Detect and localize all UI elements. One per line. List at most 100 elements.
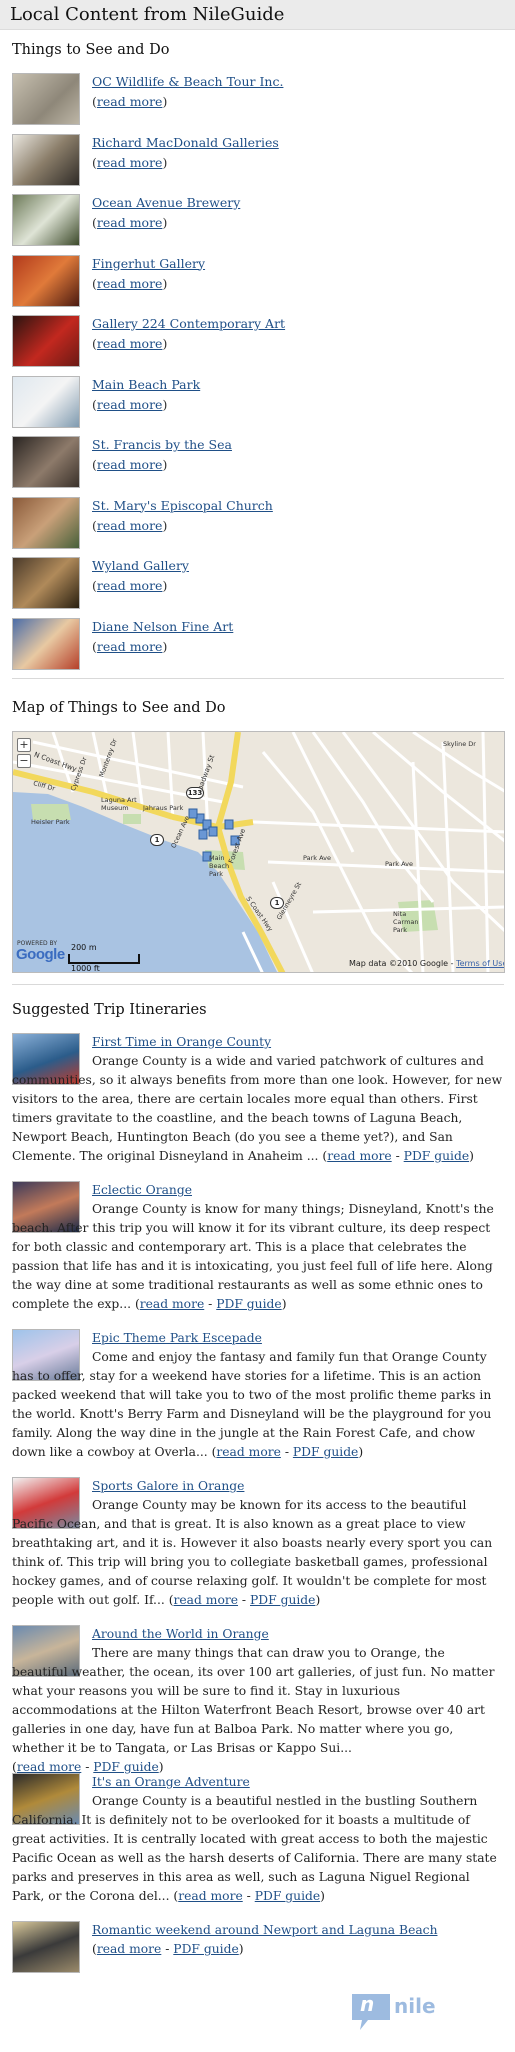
thing-thumbnail[interactable]: [12, 436, 80, 488]
itinerary-description: Come and enjoy the fantasy and family fu…: [12, 1350, 492, 1459]
read-more-link[interactable]: read more: [97, 276, 163, 291]
thing-item: OC Wildlife & Beach Tour Inc. (read more): [12, 73, 502, 125]
itinerary-title-link[interactable]: Epic Theme Park Escepade: [92, 1331, 262, 1345]
read-more-link[interactable]: read more: [17, 1760, 82, 1774]
thing-read-more: (read more): [92, 336, 168, 351]
itinerary-title-link[interactable]: Around the World in Orange: [92, 1627, 269, 1641]
itinerary-links: (read more - PDF guide): [168, 1593, 321, 1607]
thing-link[interactable]: Richard MacDonald Galleries: [92, 135, 279, 150]
divider: [12, 678, 504, 679]
map-label-main-beach: Main Beach Park: [209, 854, 230, 878]
thing-item: St. Francis by the Sea (read more): [12, 436, 502, 488]
google-logo[interactable]: Google: [16, 946, 65, 963]
read-more-link[interactable]: read more: [174, 1593, 239, 1607]
read-more-link[interactable]: read more: [140, 1297, 205, 1311]
itinerary-title-link[interactable]: Sports Galore in Orange: [92, 1479, 244, 1493]
scale-bar: [68, 954, 140, 964]
divider: [12, 984, 504, 985]
pdf-guide-link[interactable]: PDF guide: [250, 1593, 315, 1607]
thing-link[interactable]: Diane Nelson Fine Art: [92, 619, 233, 634]
pdf-guide-link[interactable]: PDF guide: [216, 1297, 281, 1311]
pdf-guide-link[interactable]: PDF guide: [293, 1445, 358, 1459]
thing-read-more: (read more): [92, 154, 168, 170]
itinerary-links: (read more - PDF guide): [134, 1297, 287, 1311]
itinerary-description: Orange County is a wide and varied patch…: [12, 1054, 503, 1163]
thing-link[interactable]: Gallery 224 Contemporary Art: [92, 316, 285, 331]
thing-link[interactable]: Main Beach Park: [92, 377, 200, 392]
read-more-link[interactable]: read more: [97, 155, 163, 170]
read-more-link[interactable]: read more: [97, 578, 163, 593]
scale-feet: 1000 ft: [71, 964, 100, 973]
route-1-shield: 1: [150, 834, 164, 846]
map-canvas[interactable]: [13, 732, 505, 973]
itinerary-title-link[interactable]: Romantic weekend around Newport and Lagu…: [92, 1923, 437, 1937]
pdf-guide-link[interactable]: PDF guide: [404, 1149, 469, 1163]
itinerary-title-link[interactable]: First Time in Orange County: [92, 1035, 271, 1049]
thing-thumbnail[interactable]: [12, 557, 80, 609]
thing-link[interactable]: Fingerhut Gallery: [92, 256, 205, 271]
terms-link[interactable]: Terms of Use: [456, 959, 504, 968]
thing-item: Diane Nelson Fine Art (read more): [12, 617, 502, 670]
itinerary-item: Sports Galore in Orange Orange County may…: [12, 1477, 504, 1617]
itinerary-links: (read more - PDF guide): [211, 1445, 364, 1459]
thing-item: Main Beach Park (read more): [12, 375, 502, 428]
itinerary-title-link[interactable]: Eclectic Orange: [92, 1183, 192, 1197]
itinerary-body: It's an Orange Adventure Orange County is…: [12, 1773, 504, 1906]
pdf-guide-link[interactable]: PDF guide: [255, 1889, 320, 1903]
read-more-link[interactable]: read more: [216, 1445, 281, 1459]
thing-read-more: (read more): [92, 578, 168, 593]
thing-thumbnail[interactable]: [12, 496, 80, 549]
thing-thumbnail[interactable]: [12, 375, 80, 428]
page-header: Local Content from NileGuide: [0, 0, 515, 30]
thing-item: Fingerhut Gallery (read more): [12, 254, 502, 307]
map-copyright: Map data ©2010 Google - Terms of Use: [349, 959, 504, 968]
read-more-link[interactable]: read more: [178, 1889, 243, 1903]
map-label-jahraus: Jahraus Park: [143, 804, 184, 812]
itinerary-body: Epic Theme Park Escepade Come and enjoy t…: [12, 1329, 504, 1462]
thing-thumbnail[interactable]: [12, 254, 80, 307]
read-more-link[interactable]: read more: [97, 397, 163, 412]
thing-thumbnail[interactable]: [12, 617, 80, 670]
nile-logo-text: nile: [394, 1994, 436, 2018]
thing-read-more: (read more): [92, 457, 168, 472]
itinerary-links: (read more - PDF guide): [173, 1889, 325, 1903]
read-more-link[interactable]: read more: [97, 215, 163, 230]
read-more-link[interactable]: read more: [97, 457, 163, 472]
thing-item: Wyland Gallery (read more): [12, 557, 502, 609]
thing-item: Gallery 224 Contemporary Art (read more): [12, 315, 502, 367]
itinerary-item: First Time in Orange County Orange County…: [12, 1033, 504, 1173]
read-more-link[interactable]: read more: [97, 1942, 162, 1956]
thing-link[interactable]: Ocean Avenue Brewery: [92, 195, 240, 210]
pdf-guide-link[interactable]: PDF guide: [93, 1760, 158, 1774]
itinerary-description: Orange County is a beautiful nestled in …: [12, 1794, 497, 1903]
itinerary-title-link[interactable]: It's an Orange Adventure: [92, 1775, 250, 1789]
itinerary-body: Eclectic Orange Orange County is know for…: [12, 1181, 504, 1314]
map-label-heisler: Heisler Park: [31, 818, 70, 826]
read-more-link[interactable]: read more: [97, 336, 163, 351]
pdf-guide-link[interactable]: PDF guide: [173, 1942, 238, 1956]
thing-link[interactable]: St. Francis by the Sea: [92, 437, 232, 452]
itineraries-section-title: Suggested Trip Itineraries: [12, 1002, 207, 1018]
nileguide-logo[interactable]: n nile: [350, 1990, 450, 2034]
map-label-skyline: Skyline Dr: [443, 740, 476, 748]
read-more-link[interactable]: read more: [97, 518, 163, 533]
zoom-in-button[interactable]: +: [17, 738, 31, 752]
itinerary-description: Orange County is know for many things; D…: [12, 1202, 494, 1311]
thing-link[interactable]: OC Wildlife & Beach Tour Inc.: [92, 74, 283, 89]
thing-link[interactable]: Wyland Gallery: [92, 558, 189, 573]
thing-thumbnail[interactable]: [12, 194, 80, 246]
page-title: Local Content from NileGuide: [10, 4, 285, 25]
read-more-link[interactable]: read more: [327, 1149, 392, 1163]
map-widget[interactable]: N Coast Hwy Heisler Park Laguna Art Muse…: [12, 731, 505, 973]
thing-thumbnail[interactable]: [12, 315, 80, 367]
thing-link[interactable]: St. Mary's Episcopal Church: [92, 498, 273, 513]
route-1-shield-south: 1: [270, 897, 284, 909]
google-logo-text: Google: [16, 946, 65, 963]
itinerary-item: It's an Orange Adventure Orange County is…: [12, 1773, 504, 1913]
read-more-link[interactable]: read more: [97, 94, 163, 109]
read-more-link[interactable]: read more: [97, 639, 163, 654]
thing-thumbnail[interactable]: [12, 73, 80, 125]
zoom-out-button[interactable]: −: [17, 754, 31, 768]
thing-thumbnail[interactable]: [12, 133, 80, 186]
itinerary-links: (read more - PDF guide): [12, 1760, 164, 1774]
